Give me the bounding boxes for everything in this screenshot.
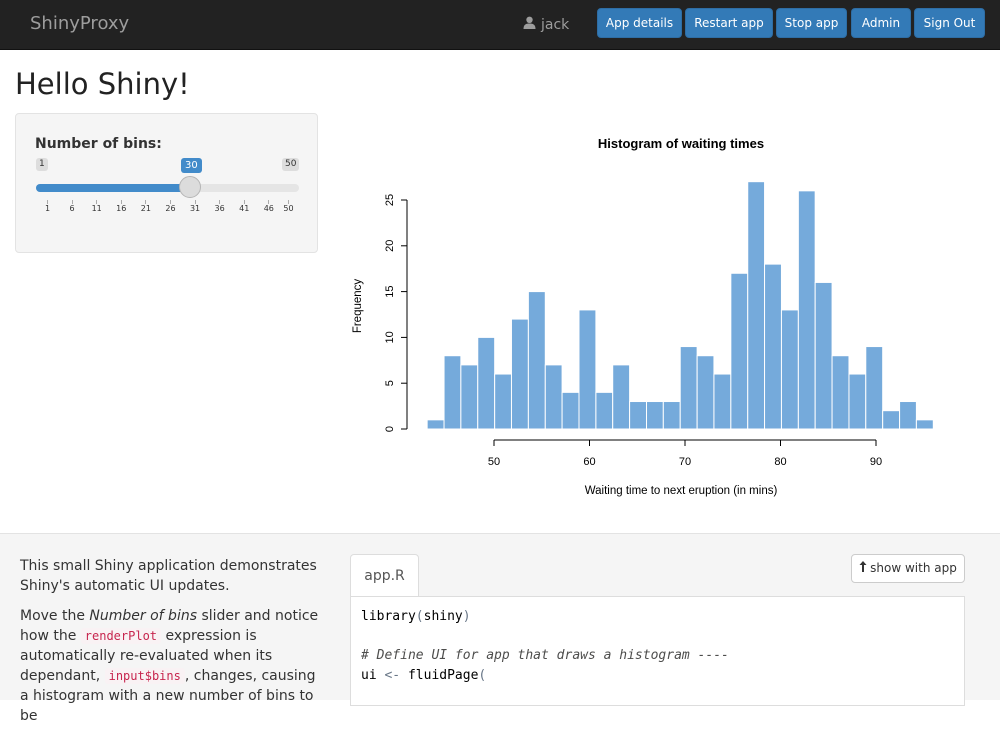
slider-tick-label: 31 bbox=[189, 204, 201, 213]
user-menu[interactable]: jack bbox=[523, 16, 569, 33]
histogram-plot: 0 5 10 15 20 25 50 60 70 80 90 Histogram of waiting… bbox=[340, 120, 990, 505]
app-details-button[interactable]: App details bbox=[597, 8, 682, 38]
histogram-bar bbox=[696, 355, 715, 430]
histogram-svg: 0 5 10 15 20 25 50 60 70 80 90 Histogram of waiting… bbox=[352, 136, 934, 497]
histogram-bar bbox=[477, 336, 496, 430]
histogram-bar bbox=[544, 364, 563, 430]
y-tick-label: 10 bbox=[384, 331, 396, 343]
histogram-bar bbox=[460, 364, 479, 430]
slider-fill bbox=[36, 184, 190, 192]
code-line-3: # Define UI for app that draws a histogr… bbox=[361, 648, 729, 663]
slider-tick-label: 50 bbox=[283, 204, 294, 213]
histogram-bar bbox=[814, 281, 833, 430]
restart-app-button[interactable]: Restart app bbox=[685, 8, 773, 38]
user-name: jack bbox=[541, 16, 570, 33]
histogram-bar bbox=[629, 401, 648, 430]
slider-tick-label: 21 bbox=[140, 204, 151, 213]
bottom-panel: This small Shiny application demonstrate… bbox=[0, 533, 1000, 724]
description-paragraph-1: This small Shiny application demonstrate… bbox=[20, 558, 317, 594]
app-description: This small Shiny application demonstrate… bbox=[20, 556, 325, 736]
histogram-bar bbox=[578, 309, 597, 430]
x-tick-label: 60 bbox=[583, 456, 595, 468]
brand[interactable]: ShinyProxy bbox=[30, 13, 129, 34]
histogram-bar bbox=[797, 190, 816, 430]
renderplot-code: renderPlot bbox=[80, 628, 162, 644]
slider-min-label: 1 bbox=[36, 158, 48, 171]
histogram-bar bbox=[848, 373, 867, 430]
source-code: library(shiny) # Define UI for app that … bbox=[361, 607, 729, 685]
y-tick-label: 25 bbox=[384, 194, 396, 206]
histogram-bar bbox=[510, 318, 529, 430]
sidebar-panel: Number of bins: 1 30 50 1 6 11 16 21 26 31 36 41… bbox=[15, 113, 318, 253]
histogram-bar bbox=[730, 272, 749, 430]
slider-tick-label: 6 bbox=[69, 204, 75, 213]
show-with-app-label: show with app bbox=[870, 561, 957, 575]
navbar: ShinyProxy jack App details Restart app … bbox=[0, 0, 1000, 50]
slider-tick-label: 26 bbox=[165, 204, 176, 213]
histogram-bar bbox=[595, 391, 614, 430]
histogram-bar bbox=[780, 309, 799, 430]
y-tick-label: 0 bbox=[384, 426, 396, 432]
slider-tick-label: 46 bbox=[263, 204, 274, 213]
histogram-bar bbox=[679, 346, 698, 430]
user-icon bbox=[523, 16, 536, 33]
histogram-bar bbox=[527, 291, 546, 430]
histogram-bar bbox=[561, 391, 580, 430]
x-tick-label: 80 bbox=[774, 456, 786, 468]
histogram-bar bbox=[443, 355, 462, 430]
arrow-up-icon bbox=[859, 555, 867, 582]
slider-tick-label: 1 bbox=[44, 204, 51, 213]
code-line-4: ui <- fluidPage( bbox=[361, 667, 487, 683]
slider-max-label: 50 bbox=[282, 158, 300, 171]
histogram-bar bbox=[899, 401, 917, 430]
histogram-bar bbox=[713, 373, 732, 430]
x-axis-title: Waiting time to next eruption (in mins) bbox=[585, 485, 778, 497]
y-tick-label: 5 bbox=[384, 380, 396, 386]
slider-tick-label: 16 bbox=[116, 204, 127, 213]
description-paragraph-2: Move the Number of bins slider and notic… bbox=[20, 608, 319, 724]
histogram-bar bbox=[612, 364, 631, 430]
slider-handle[interactable] bbox=[179, 176, 201, 198]
histogram-bar bbox=[662, 401, 681, 430]
y-tick-label: 15 bbox=[384, 285, 396, 297]
histogram-bar bbox=[764, 263, 782, 430]
histogram-bar bbox=[882, 410, 901, 430]
slider-tick-label: 11 bbox=[91, 204, 102, 213]
chart-title: Histogram of waiting times bbox=[598, 136, 764, 151]
slider-tick-label: 36 bbox=[214, 204, 225, 213]
code-line-1: library(shiny) bbox=[361, 609, 471, 624]
sign-out-button[interactable]: Sign Out bbox=[914, 8, 985, 38]
slider-value-label: 30 bbox=[181, 158, 202, 173]
admin-button[interactable]: Admin bbox=[851, 8, 911, 38]
stop-app-button[interactable]: Stop app bbox=[776, 8, 847, 38]
histogram-bar bbox=[494, 373, 512, 430]
histogram-bar bbox=[646, 401, 664, 430]
x-tick-label: 70 bbox=[679, 456, 691, 468]
histogram-bar bbox=[915, 419, 934, 430]
y-axis-title: Frequency bbox=[352, 279, 364, 334]
tab-app-r[interactable]: app.R bbox=[350, 554, 419, 596]
code-panel: library(shiny) # Define UI for app that … bbox=[350, 596, 965, 706]
x-tick-label: 50 bbox=[488, 456, 500, 468]
show-with-app-button[interactable]: show with app bbox=[851, 554, 965, 583]
x-tick-label: 90 bbox=[870, 456, 882, 468]
y-tick-label: 20 bbox=[384, 240, 396, 252]
slider-tick-label: 41 bbox=[239, 204, 250, 213]
histogram-bar bbox=[831, 355, 850, 430]
page-title: Hello Shiny! bbox=[15, 67, 190, 101]
bins-label: Number of bins: bbox=[35, 136, 162, 152]
histogram-bar bbox=[426, 419, 445, 430]
bins-emphasis: Number of bins bbox=[89, 608, 197, 624]
histogram-bar bbox=[747, 181, 766, 430]
histogram-bar bbox=[865, 346, 884, 430]
input-bins-code: input$bins bbox=[104, 668, 185, 684]
